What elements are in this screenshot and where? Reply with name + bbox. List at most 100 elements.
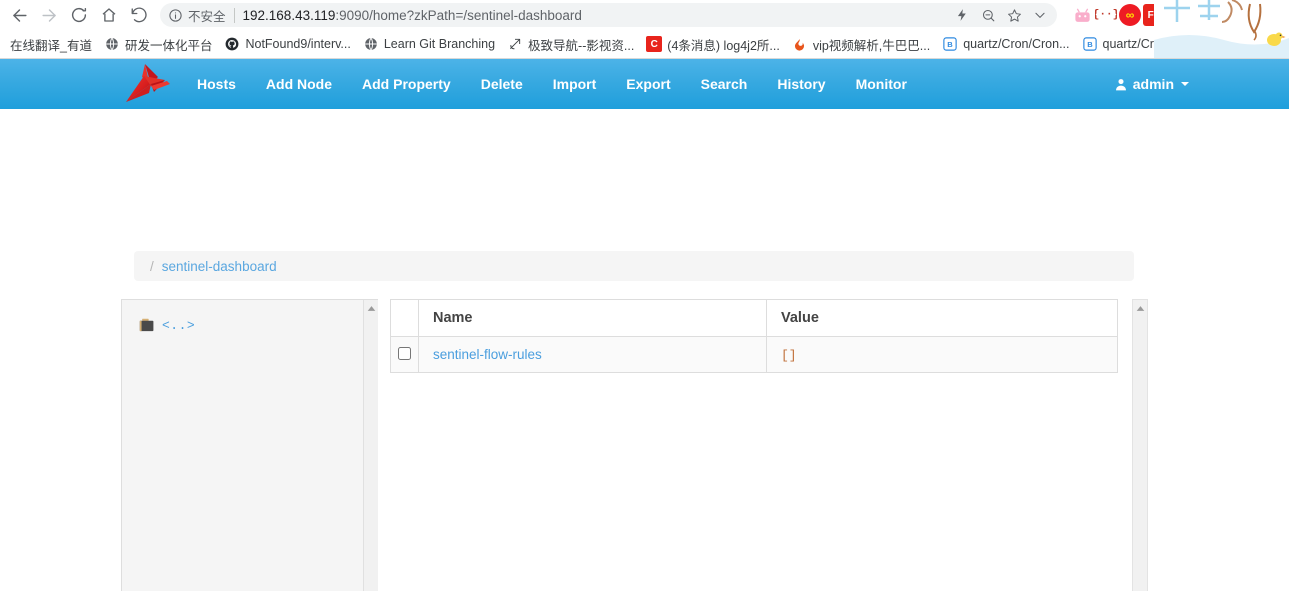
bookmark-quartz-cron-1[interactable]: B quartz/Cron/Cron...: [936, 33, 1075, 55]
chevron-down-icon[interactable]: [1027, 2, 1053, 28]
bookmark-vip-video[interactable]: vip视频解析,牛巴巴...: [786, 33, 936, 55]
svg-text:B: B: [947, 40, 953, 49]
page-body: / sentinel-dashboard <..> Name Value sen…: [0, 109, 1289, 591]
bookmark-jizhidaohang[interactable]: 极致导航--影视资...: [501, 33, 640, 55]
extension-tv-icon[interactable]: [1071, 4, 1093, 26]
url-text[interactable]: 192.168.43.119:9090/home?zkPath=/sentine…: [243, 8, 949, 23]
row-value-cell: []: [766, 336, 1118, 373]
zk-tree-panel: <..>: [121, 299, 378, 591]
tree-scrollbar[interactable]: [363, 300, 378, 591]
row-checkbox[interactable]: [398, 346, 411, 360]
app-navbar: Hosts Add Node Add Property Delete Impor…: [0, 59, 1289, 109]
caret-down-icon: [1181, 82, 1189, 86]
bookmark-label: quartz/Cron/Cron...: [1102, 37, 1209, 51]
bookmark-csdn-log4j2[interactable]: C (4条消息) log4j2所...: [640, 33, 786, 55]
table-body: sentinel-flow-rules []: [390, 336, 1118, 373]
bookmark-label: NotFound9/interv...: [245, 37, 351, 51]
csdn-icon: C: [646, 36, 663, 52]
bookmark-label: 极致导航--影视资...: [528, 38, 635, 53]
nav-add-node[interactable]: Add Node: [251, 59, 347, 109]
browser-toolbar: 不安全 192.168.43.119:9090/home?zkPath=/sen…: [0, 0, 1289, 30]
zkui-bird-logo[interactable]: [118, 62, 174, 106]
scroll-up-arrow-icon[interactable]: [364, 300, 378, 316]
bookmarks-overflow-button[interactable]: »: [1263, 33, 1285, 55]
user-icon: [1114, 77, 1128, 92]
bookmark-label: 研发一体化平台: [124, 38, 213, 53]
breadcrumb-current[interactable]: sentinel-dashboard: [162, 259, 277, 274]
browser-chrome: 不安全 192.168.43.119:9090/home?zkPath=/sen…: [0, 0, 1289, 59]
extension-infinity-icon[interactable]: ∞: [1119, 4, 1141, 26]
nav-hosts[interactable]: Hosts: [182, 59, 251, 109]
breadcrumb-separator: /: [150, 258, 154, 274]
row-select-cell[interactable]: [390, 336, 419, 373]
properties-table-panel: Name Value sentinel-flow-rules []: [390, 299, 1118, 373]
address-bar[interactable]: 不安全 192.168.43.119:9090/home?zkPath=/sen…: [160, 3, 1057, 27]
column-select-all: [390, 299, 419, 337]
nav-monitor[interactable]: Monitor: [841, 59, 922, 109]
bookmark-star-icon[interactable]: [1001, 2, 1027, 28]
globe-icon: [363, 36, 379, 52]
url-host: 192.168.43.119: [242, 7, 336, 23]
user-menu-label: admin: [1132, 76, 1174, 92]
bookmark-label: 在线翻译_有道: [10, 38, 92, 53]
bookmark-learngitbranching[interactable]: Learn Git Branching: [357, 33, 501, 55]
svg-text:B: B: [1087, 40, 1093, 49]
tree-parent-row[interactable]: <..>: [122, 300, 378, 333]
bookmark-notfound9[interactable]: NotFound9/interv...: [218, 33, 356, 55]
extension-globe-icon[interactable]: [1167, 4, 1189, 26]
row-name-cell: sentinel-flow-rules: [418, 336, 767, 373]
scroll-up-arrow-icon[interactable]: [1133, 300, 1147, 316]
nav-add-property[interactable]: Add Property: [347, 59, 466, 109]
table-head: Name Value: [390, 299, 1118, 337]
navigation-icon: [507, 36, 523, 52]
bookmark-label: (4条消息) log4j2所...: [667, 38, 780, 53]
github-icon: [224, 36, 240, 52]
bootstrap-icon: B: [1082, 36, 1098, 52]
info-circle-icon[interactable]: [168, 8, 183, 23]
bookmark-quartz-cron-2[interactable]: B quartz/Cron/Cron...: [1076, 33, 1215, 55]
back-button[interactable]: [4, 0, 34, 30]
extension-json-icon[interactable]: {··}: [1095, 4, 1117, 26]
omnibox-divider: [233, 7, 235, 23]
bookmark-label: Learn Git Branching: [383, 37, 496, 51]
column-header-value: Value: [766, 299, 1118, 337]
nav-search[interactable]: Search: [686, 59, 763, 109]
extensions-strip: {··} ∞ FE 译: [1065, 4, 1285, 26]
zoom-out-icon[interactable]: [975, 2, 1001, 28]
folder-icon: [139, 318, 155, 333]
bootstrap-icon: B: [942, 36, 958, 52]
bookmark-label: quartz/Cron/Cron...: [963, 37, 1070, 51]
table-header-row: Name Value: [390, 299, 1118, 337]
column-header-name: Name: [418, 299, 767, 337]
nav-export[interactable]: Export: [611, 59, 685, 109]
extension-panda-icon[interactable]: [1239, 4, 1261, 26]
nav-delete[interactable]: Delete: [466, 59, 538, 109]
table-row[interactable]: sentinel-flow-rules []: [390, 336, 1118, 373]
tree-parent-link[interactable]: <..>: [162, 318, 195, 333]
bookmark-devplatform[interactable]: 研发一体化平台: [98, 33, 219, 55]
properties-table: Name Value sentinel-flow-rules []: [390, 299, 1118, 373]
page-scrollbar[interactable]: [1132, 299, 1148, 591]
restore-button[interactable]: [124, 0, 154, 30]
bookmarks-bar: 在线翻译_有道 研发一体化平台 NotFound9/interv... Lear…: [0, 30, 1289, 58]
forward-button[interactable]: [34, 0, 64, 30]
extension-chrome-icon[interactable]: [1263, 4, 1285, 26]
node-value: []: [781, 347, 797, 363]
url-path: :9090/home?zkPath=/sentinel-dashboard: [335, 7, 582, 23]
node-link[interactable]: sentinel-flow-rules: [433, 347, 542, 362]
nav-import[interactable]: Import: [538, 59, 612, 109]
breadcrumb: / sentinel-dashboard: [134, 251, 1134, 281]
lightning-icon[interactable]: [949, 2, 975, 28]
home-button[interactable]: [94, 0, 124, 30]
extension-fe-icon[interactable]: FE: [1143, 4, 1165, 26]
bookmark-label: vip视频解析,牛巴巴...: [812, 38, 931, 53]
flame-icon: [792, 36, 808, 52]
nav-history[interactable]: History: [762, 59, 840, 109]
user-menu[interactable]: admin: [1114, 76, 1189, 92]
security-label: 不安全: [188, 9, 226, 24]
bookmark-youdao[interactable]: 在线翻译_有道: [4, 33, 98, 55]
extension-translate-icon[interactable]: 译: [1215, 4, 1237, 26]
navbar-menu: Hosts Add Node Add Property Delete Impor…: [182, 59, 922, 109]
extension-robot-icon[interactable]: [1191, 4, 1213, 26]
reload-button[interactable]: [64, 0, 94, 30]
